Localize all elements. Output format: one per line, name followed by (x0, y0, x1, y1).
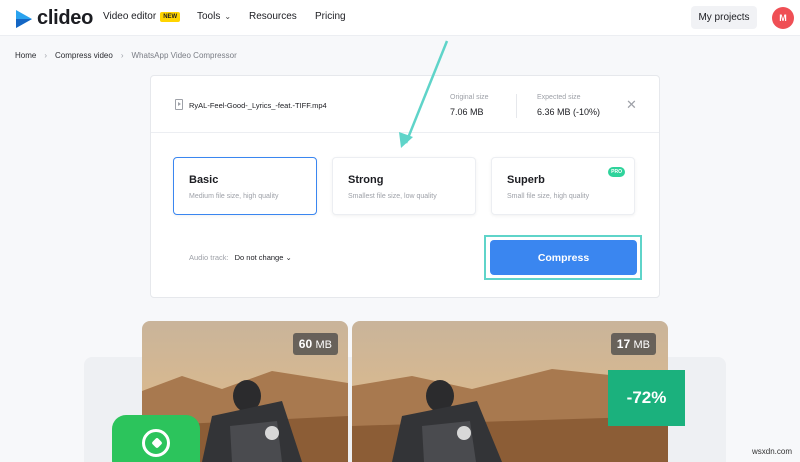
nav-pricing[interactable]: Pricing (315, 11, 346, 22)
chevron-right-icon: › (120, 51, 124, 60)
option-strong[interactable]: Strong Smallest file size, low quality (332, 157, 476, 215)
original-size-tag: 60 MB (292, 333, 338, 355)
breadcrumb-current: WhatsApp Video Compressor (131, 51, 237, 60)
original-size-label: Original size (450, 94, 489, 101)
option-title: Strong (348, 174, 384, 186)
whatsapp-phone-icon (142, 429, 170, 457)
reduction-badge: -72% (608, 370, 685, 426)
logo-text: clideo (37, 7, 93, 29)
audio-track-label: Audio track: (189, 253, 229, 262)
nav-tools-label: Tools (197, 11, 221, 22)
whatsapp-icon (112, 415, 200, 462)
option-basic[interactable]: Basic Medium file size, high quality (173, 157, 317, 215)
option-superb[interactable]: Superb Small file size, high quality PRO (491, 157, 635, 215)
original-size-number: 60 (298, 337, 313, 351)
file-row: RyAL-Feel-Good-_Lyrics_-feat.-TIFF.mp4 O… (151, 76, 659, 133)
expected-size-label: Expected size (537, 94, 581, 101)
original-size-value: 7.06 MB (450, 107, 484, 117)
file-name: RyAL-Feel-Good-_Lyrics_-feat.-TIFF.mp4 (189, 101, 327, 110)
chevron-right-icon: › (44, 51, 48, 60)
breadcrumb: Home › Compress video › WhatsApp Video C… (15, 51, 237, 60)
pro-badge: PRO (608, 167, 625, 177)
video-file-icon (175, 99, 183, 110)
option-desc: Small file size, high quality (507, 193, 590, 200)
size-unit: MB (315, 339, 333, 351)
top-header: clideo Video editor NEW Tools ⌄ Resource… (0, 0, 800, 36)
chevron-down-icon: ⌄ (285, 253, 292, 262)
nav-video-editor-label: Video editor (103, 11, 157, 22)
new-badge: NEW (160, 11, 181, 22)
breadcrumb-compress-video[interactable]: Compress video (55, 51, 113, 60)
nav-resources[interactable]: Resources (249, 11, 297, 22)
compress-panel: RyAL-Feel-Good-_Lyrics_-feat.-TIFF.mp4 O… (150, 75, 660, 298)
audio-track: Audio track: Do not change ⌄ (189, 253, 292, 262)
audio-track-value: Do not change (234, 253, 284, 262)
compress-button[interactable]: Compress (490, 240, 637, 275)
option-title: Superb (507, 174, 545, 186)
nav-pricing-label: Pricing (315, 11, 346, 22)
nav-tools[interactable]: Tools ⌄ (197, 11, 231, 22)
compressed-size-tag: 17 MB (610, 333, 656, 355)
size-divider (516, 94, 517, 118)
close-icon[interactable]: ✕ (626, 97, 637, 113)
watermark: wsxdn.com (751, 447, 792, 456)
nav-video-editor[interactable]: Video editor NEW (103, 11, 181, 22)
chevron-down-icon: ⌄ (224, 12, 232, 21)
size-unit: MB (633, 339, 651, 351)
option-desc: Smallest file size, low quality (348, 193, 437, 200)
expected-size-value: 6.36 MB (-10%) (537, 107, 601, 117)
clideo-logo[interactable]: clideo (14, 7, 93, 30)
compressed-size-number: 17 (616, 337, 631, 351)
option-desc: Medium file size, high quality (189, 193, 279, 200)
audio-track-select[interactable]: Do not change ⌄ (235, 253, 292, 262)
clideo-logo-icon (16, 9, 32, 28)
breadcrumb-home[interactable]: Home (15, 51, 36, 60)
nav-resources-label: Resources (249, 11, 297, 22)
my-projects-button[interactable]: My projects (691, 6, 757, 29)
avatar[interactable]: M (772, 7, 794, 29)
option-title: Basic (189, 174, 219, 186)
